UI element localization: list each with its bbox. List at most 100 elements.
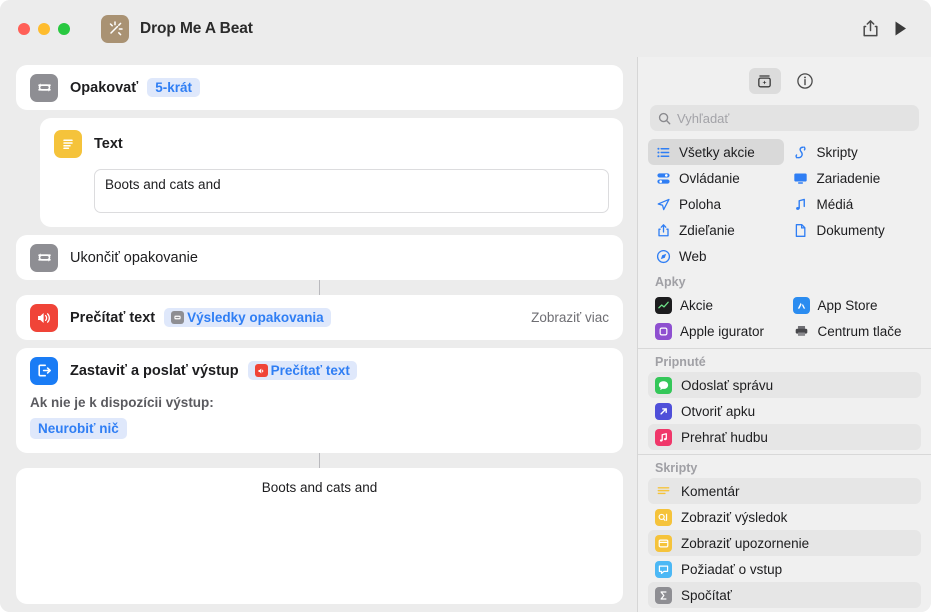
window-body: Opakovať 5-krát Text Boots and cats and … <box>0 57 931 612</box>
sidebar-item-label: Zobraziť upozornenie <box>681 535 810 551</box>
sidebar-item-comment[interactable]: Komentár <box>648 478 921 504</box>
action-card-text[interactable]: Text Boots and cats and <box>40 118 623 227</box>
sidebar-item-location[interactable]: Poloha <box>648 191 784 217</box>
apps-grid: Akcie App Store Apple igurator Centrum t… <box>648 292 921 344</box>
search-input[interactable]: Vyhľadať <box>650 105 919 131</box>
sidebar-item-scripts[interactable]: Skripty <box>786 139 922 165</box>
close-button[interactable] <box>18 22 30 35</box>
sidebar-item-sharing[interactable]: Zdieľanie <box>648 217 784 243</box>
no-output-option[interactable]: Neurobiť nič <box>30 418 127 439</box>
repeat-count-token[interactable]: 5-krát <box>147 78 200 97</box>
share-up-icon <box>655 222 671 238</box>
show-result-icon <box>655 508 672 526</box>
flow-connector <box>319 453 320 468</box>
share-icon[interactable] <box>855 15 885 43</box>
sidebar-item-documents[interactable]: Dokumenty <box>786 217 922 243</box>
speak-text-token[interactable]: Prečítať text <box>247 361 357 380</box>
play-icon[interactable] <box>885 15 915 43</box>
wand-sparkles-icon <box>101 14 129 43</box>
sidebar-item-open-app[interactable]: Otvoriť apku <box>648 398 921 424</box>
section-title-apps: Apky <box>655 275 686 289</box>
library-add-icon[interactable] <box>748 68 781 94</box>
action-card-end-repeat[interactable]: Ukončiť opakovanie <box>16 235 623 280</box>
sidebar-item-label: Poloha <box>679 196 722 212</box>
sidebar-item-send-message[interactable]: Odoslať správu <box>648 372 921 398</box>
sidebar-item-stocks[interactable]: Akcie <box>648 292 784 318</box>
sidebar-item-play-music[interactable]: Prehrať hudbu <box>648 424 921 450</box>
sidebar-item-all-actions[interactable]: Všetky akcie <box>648 139 784 165</box>
action-card-stop-output[interactable]: Zastaviť a poslať výstup Prečítať text A… <box>16 348 623 453</box>
display-icon <box>793 170 809 186</box>
speaker-wave-icon <box>254 364 268 377</box>
sidebar-item-label: Otvoriť apku <box>681 403 756 419</box>
minimize-button[interactable] <box>38 22 50 35</box>
action-label: Text <box>94 136 123 152</box>
sidebar-scroll-area[interactable]: Všetky akcie Skripty Ovládanie Zariadeni… <box>638 139 931 612</box>
sidebar-item-show-result[interactable]: Zobraziť výsledok <box>648 504 921 530</box>
sidebar-item-label: Prehrať hudbu <box>681 429 768 445</box>
repeat-icon <box>30 73 58 102</box>
action-card-repeat[interactable]: Opakovať 5-krát <box>16 65 623 110</box>
music-note-icon <box>793 196 809 212</box>
info-circle-icon[interactable] <box>789 68 821 94</box>
show-alert-icon <box>655 534 672 552</box>
action-label: Opakovať <box>70 79 139 96</box>
sidebar-item-device[interactable]: Zariadenie <box>786 165 922 191</box>
sidebar-item-app-store[interactable]: App Store <box>786 292 922 318</box>
token-label: Výsledky opakovania <box>187 310 324 325</box>
action-label: Prečítať text <box>70 309 156 326</box>
sidebar-item-label: Akcie <box>680 297 714 313</box>
sidebar-toolbar <box>638 57 931 105</box>
safari-compass-icon <box>655 248 671 264</box>
configurator-icon <box>655 322 672 340</box>
sidebar-item-print-center[interactable]: Centrum tlače <box>786 318 922 344</box>
sidebar-item-ask-input[interactable]: Požiadať o vstup <box>648 556 921 582</box>
location-arrow-icon <box>655 196 671 212</box>
category-grid: Všetky akcie Skripty Ovládanie Zariadeni… <box>648 139 921 269</box>
repeat-icon <box>171 311 185 324</box>
music-app-icon <box>655 428 672 446</box>
search-placeholder: Vyhľadať <box>677 110 730 126</box>
sidebar-item-label: Dokumenty <box>816 222 885 238</box>
action-label: Ukončiť opakovanie <box>70 249 198 266</box>
sidebar-item-label: Ovládanie <box>679 170 740 186</box>
flow-connector <box>319 280 320 295</box>
sidebar-item-label: App Store <box>817 297 878 313</box>
sidebar-item-label: Apple igurator <box>680 323 765 339</box>
sidebar-item-label: Zobraziť výsledok <box>681 509 788 525</box>
sidebar-item-count[interactable]: Spočítať <box>648 582 921 608</box>
page-title: Drop Me A Beat <box>140 19 253 37</box>
action-card-speak-text[interactable]: Prečítať text Výsledky opakovania Zobraz… <box>16 295 623 340</box>
zoom-button[interactable] <box>58 22 70 35</box>
sidebar-item-show-alert[interactable]: Zobraziť upozornenie <box>648 530 921 556</box>
sliders-icon <box>655 170 671 186</box>
action-library-sidebar: Vyhľadať Všetky akcie Skripty Ovládanie … <box>637 57 931 612</box>
sidebar-item-media[interactable]: Médiá <box>786 191 922 217</box>
sidebar-item-choose-from-menu[interactable]: Vybrať z menu <box>648 608 921 612</box>
list-bullet-icon <box>655 144 671 160</box>
appstore-icon <box>792 296 810 314</box>
search-container: Vyhľadať <box>638 105 931 131</box>
shortcuts-window: Drop Me A Beat Opakovať 5-krát Text Boot… <box>0 0 931 612</box>
messages-icon <box>655 376 672 394</box>
text-input-field[interactable]: Boots and cats and <box>94 169 609 213</box>
stop-sublabel: Ak nie je k dispozícii výstup: <box>30 395 214 410</box>
text-lines-icon <box>54 130 82 158</box>
speaker-wave-icon <box>30 303 58 332</box>
printer-icon <box>793 323 810 340</box>
repeat-results-token[interactable]: Výsledky opakovania <box>164 308 331 327</box>
token-label: Prečítať text <box>270 363 350 378</box>
search-icon <box>658 112 671 125</box>
show-more-button[interactable]: Zobraziť viac <box>531 310 609 325</box>
sidebar-item-label: Odoslať správu <box>681 377 774 393</box>
sidebar-item-apple-configurator[interactable]: Apple igurator <box>648 318 784 344</box>
script-icon <box>793 144 809 160</box>
sidebar-item-web[interactable]: Web <box>648 243 784 269</box>
comment-lines-icon <box>655 483 672 500</box>
nested-action-group: Text Boots and cats and <box>16 118 623 227</box>
sidebar-item-controls[interactable]: Ovládanie <box>648 165 784 191</box>
sidebar-item-label: Centrum tlače <box>817 323 902 339</box>
document-icon <box>793 222 809 238</box>
sidebar-item-label: Médiá <box>816 196 854 212</box>
workflow-canvas: Opakovať 5-krát Text Boots and cats and … <box>0 57 637 612</box>
